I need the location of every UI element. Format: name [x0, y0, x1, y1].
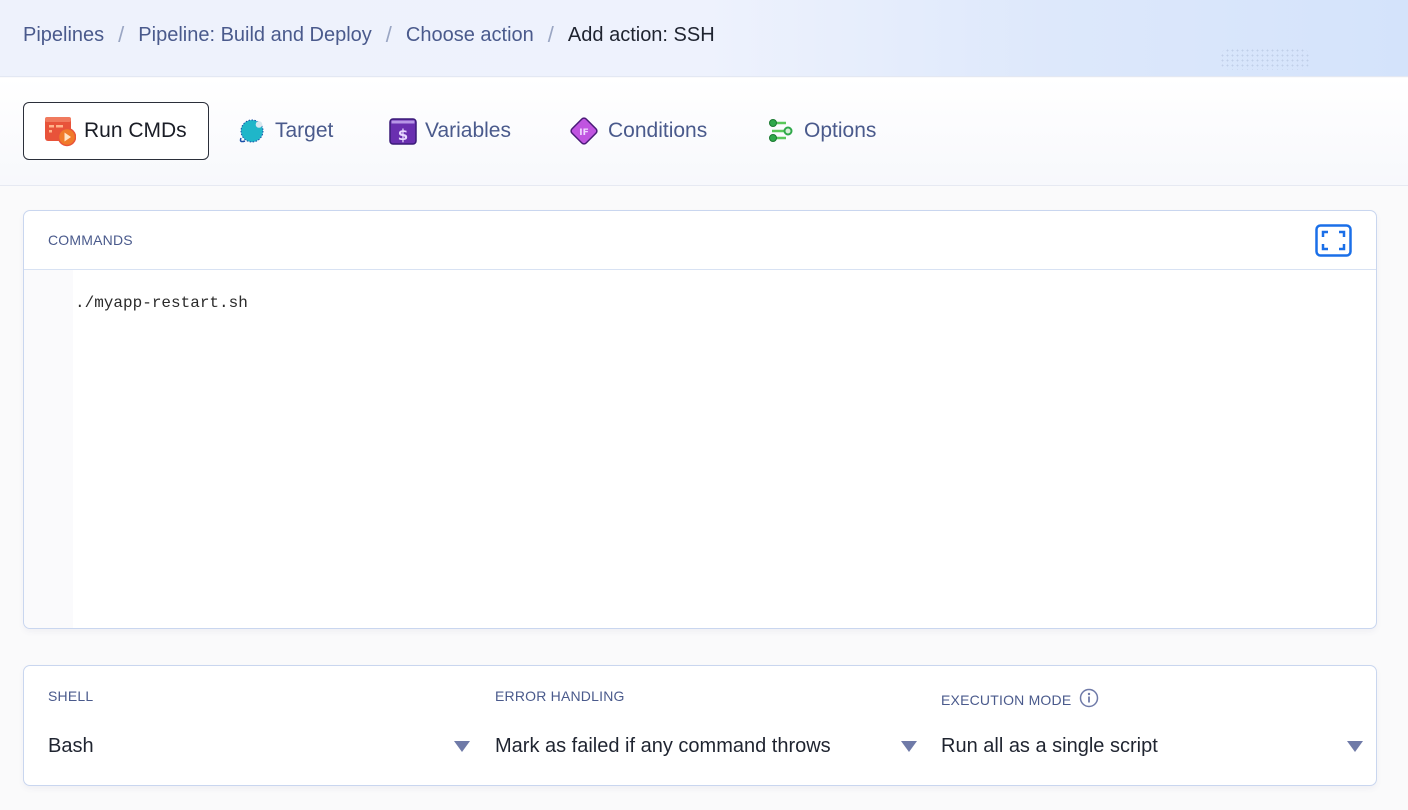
settings-panel: SHELL Bash ERROR HANDLING Mark as failed…	[23, 665, 1377, 786]
action-tabs: Run CMDs Target $ Variables IF Condition…	[0, 78, 1408, 186]
execution-mode-select[interactable]: Run all as a single script	[941, 732, 1363, 760]
error-handling-label: ERROR HANDLING	[495, 688, 625, 704]
commands-code[interactable]: ./myapp-restart.sh	[73, 270, 1376, 628]
breadcrumb-separator: /	[385, 22, 392, 47]
caret-down-icon	[901, 741, 917, 752]
editor-gutter	[24, 270, 73, 628]
tab-variables[interactable]: $ Variables	[389, 102, 511, 160]
tab-label: Target	[275, 119, 334, 142]
breadcrumb-separator: /	[118, 22, 125, 47]
breadcrumb-separator: /	[547, 22, 554, 47]
tab-label: Variables	[425, 119, 511, 142]
planet-icon	[237, 116, 267, 146]
breadcrumb-choose-action[interactable]: Choose action	[406, 24, 534, 47]
if-diamond-icon: IF	[568, 115, 600, 147]
execution-mode-value: Run all as a single script	[941, 734, 1158, 757]
breadcrumb-pipeline[interactable]: Pipeline: Build and Deploy	[138, 24, 372, 47]
tab-options[interactable]: Options	[766, 102, 876, 160]
tab-label: Conditions	[608, 119, 708, 142]
commands-panel: COMMANDS ./myapp-restart.sh	[23, 210, 1377, 629]
caret-down-icon	[454, 741, 470, 752]
tab-label: Run CMDs	[84, 119, 187, 142]
svg-text:IF: IF	[579, 128, 589, 138]
breadcrumb-current: Add action: SSH	[567, 23, 715, 46]
tab-label: Options	[804, 119, 877, 142]
page-header: Pipelines / Pipeline: Build and Deploy /…	[0, 0, 1408, 77]
error-handling-value: Mark as failed if any command throws	[495, 734, 831, 757]
commands-header: COMMANDS	[24, 211, 1376, 270]
commands-label: COMMANDS	[48, 232, 133, 248]
caret-down-icon	[1347, 741, 1363, 752]
execution-mode-label-text: EXECUTION MODE	[941, 691, 1072, 708]
fullscreen-expand-icon[interactable]	[1315, 224, 1352, 257]
tab-target[interactable]: Target	[237, 102, 333, 160]
execution-mode-label: EXECUTION MODE	[941, 688, 1099, 711]
svg-text:$: $	[398, 126, 408, 144]
error-handling-label-text: ERROR HANDLING	[495, 688, 625, 704]
dollar-variable-icon: $	[389, 117, 417, 145]
decorative-dots	[1220, 48, 1310, 70]
shell-label: SHELL	[48, 688, 93, 704]
error-handling-select[interactable]: Mark as failed if any command throws	[495, 732, 917, 760]
breadcrumb: Pipelines / Pipeline: Build and Deploy /…	[23, 22, 715, 48]
commands-editor[interactable]: ./myapp-restart.sh	[24, 270, 1376, 628]
info-icon[interactable]	[1079, 688, 1099, 711]
shell-select[interactable]: Bash	[48, 732, 470, 760]
sliders-icon	[766, 116, 796, 146]
error-handling-field: ERROR HANDLING Mark as failed if any com…	[495, 666, 917, 785]
shell-field: SHELL Bash	[48, 666, 470, 785]
execution-mode-field: EXECUTION MODE Run all as a single scrip…	[941, 666, 1363, 785]
run-cmds-icon	[44, 115, 76, 147]
shell-value: Bash	[48, 734, 94, 757]
tab-run-cmds[interactable]: Run CMDs	[23, 102, 209, 160]
tab-conditions[interactable]: IF Conditions	[568, 102, 707, 160]
breadcrumb-pipelines[interactable]: Pipelines	[23, 24, 104, 47]
shell-label-text: SHELL	[48, 688, 94, 704]
